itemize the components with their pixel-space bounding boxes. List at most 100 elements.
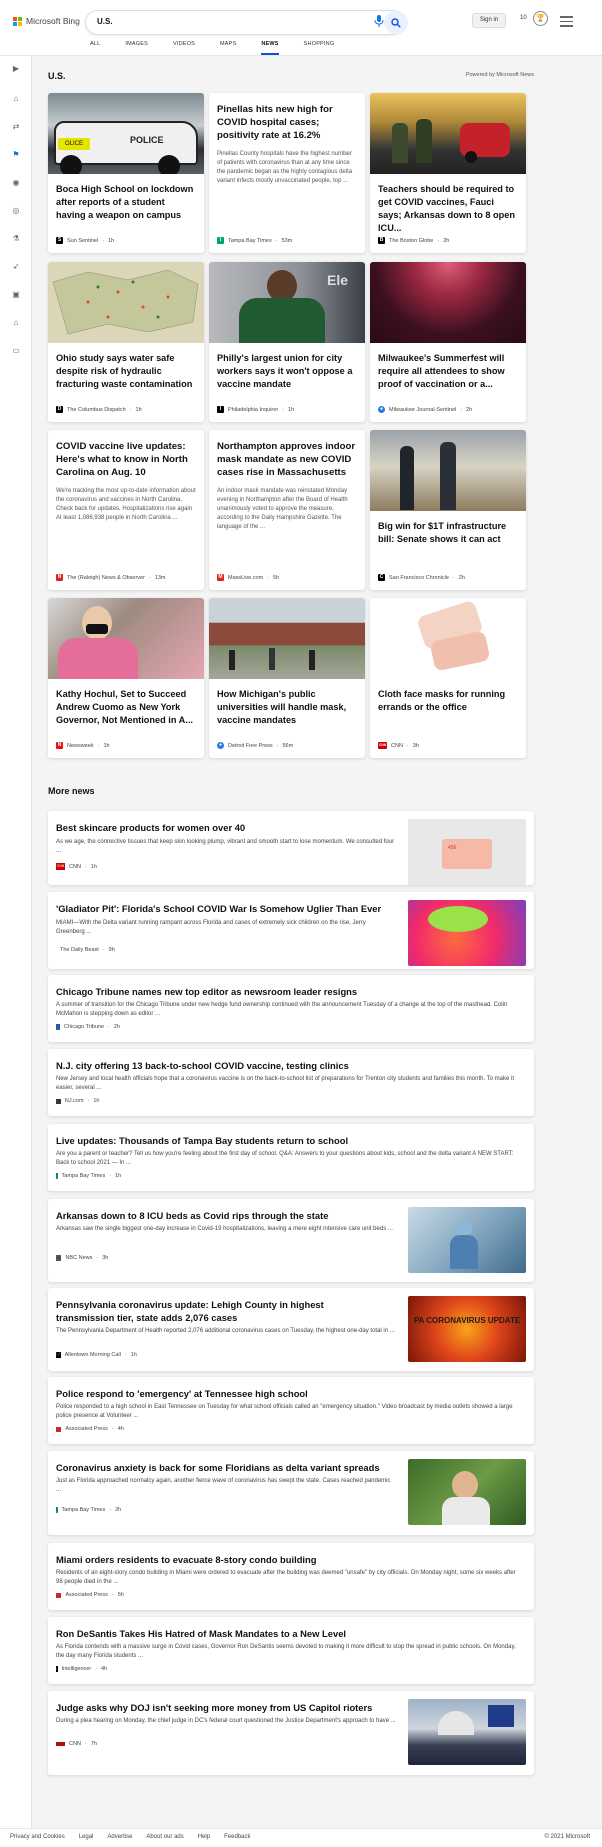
- tab-maps[interactable]: MAPS: [220, 41, 236, 55]
- card-title[interactable]: Cloth face masks for running errands or …: [370, 688, 526, 714]
- row-source[interactable]: AP Associated Press · 4h: [56, 1426, 124, 1432]
- row-title[interactable]: Arkansas down to 8 ICU beds as Covid rip…: [56, 1209, 396, 1222]
- row-source[interactable]: M Allentown Morning Call · 1h: [56, 1352, 137, 1358]
- row-source[interactable]: t Tampa Bay Times · 1h: [56, 1173, 121, 1179]
- news-card[interactable]: Cloth face masks for running errands or …: [370, 598, 526, 758]
- news-row[interactable]: Chicago Tribune names new top editor as …: [48, 975, 534, 1042]
- rocket-icon[interactable]: ➶: [10, 262, 22, 274]
- news-row[interactable]: Police respond to 'emergency' at Tenness…: [48, 1377, 534, 1444]
- card-source[interactable]: I Philadelphia Inquirer · 1h: [217, 406, 294, 413]
- row-title[interactable]: N.J. city offering 13 back-to-school COV…: [56, 1059, 522, 1072]
- row-title[interactable]: Coronavirus anxiety is back for some Flo…: [56, 1461, 396, 1474]
- hamburger-menu-icon[interactable]: [560, 16, 573, 30]
- news-row[interactable]: Pennsylvania coronavirus update: Lehigh …: [48, 1288, 534, 1371]
- card-source[interactable]: N Newsweek · 1h: [56, 742, 110, 749]
- row-source[interactable]: CNN CNN · 1h: [56, 863, 97, 870]
- card-icon[interactable]: ▭: [10, 346, 22, 358]
- news-card[interactable]: Pinellas hits new high for COVID hospita…: [209, 93, 365, 253]
- tab-all[interactable]: ALL: [90, 41, 100, 55]
- microscope-icon[interactable]: ⚗: [10, 234, 22, 246]
- card-source[interactable]: ● Detroit Free Press · 56m: [217, 742, 293, 749]
- powered-by[interactable]: Powered by Microsoft News: [466, 72, 534, 78]
- news-row[interactable]: Best skincare products for women over 40…: [48, 811, 534, 885]
- rewards-count[interactable]: 10: [520, 15, 527, 21]
- news-card[interactable]: Ohio study says water safe despite risk …: [48, 262, 204, 422]
- news-card[interactable]: COVID vaccine live updates: Here's what …: [48, 430, 204, 590]
- card-title[interactable]: Ohio study says water safe despite risk …: [48, 352, 204, 391]
- search-box[interactable]: U.S.: [86, 11, 404, 34]
- card-title[interactable]: Milwaukee's Summerfest will require all …: [370, 352, 526, 391]
- footer-link-privacy[interactable]: Privacy and Cookies: [10, 1834, 65, 1840]
- news-card[interactable]: OLICE POLICE Boca High School on lockdow…: [48, 93, 204, 253]
- footer-link-advertise[interactable]: Advertise: [107, 1834, 132, 1840]
- flag-icon[interactable]: ⚑: [10, 150, 22, 162]
- card-title[interactable]: Pinellas hits new high for COVID hospita…: [209, 103, 365, 142]
- news-card[interactable]: Ele Philly's largest union for city work…: [209, 262, 365, 422]
- card-source[interactable]: C San Francisco Chronicle · 2h: [378, 574, 465, 581]
- shuffle-icon[interactable]: ⇄: [10, 122, 22, 134]
- row-title[interactable]: 'Gladiator Pit': Florida's School COVID …: [56, 902, 396, 915]
- row-source[interactable]: NJ NJ.com · 1h: [56, 1098, 100, 1104]
- card-title[interactable]: Northampton approves indoor mask mandate…: [209, 440, 365, 479]
- card-source[interactable]: B The Boston Globe · 2h: [378, 237, 449, 244]
- location-pin-icon[interactable]: ◉: [10, 178, 22, 190]
- news-row[interactable]: Miami orders residents to evacuate 8-sto…: [48, 1543, 534, 1610]
- news-row[interactable]: 'Gladiator Pit': Florida's School COVID …: [48, 892, 534, 969]
- row-title[interactable]: Police respond to 'emergency' at Tenness…: [56, 1387, 522, 1400]
- tab-shopping[interactable]: SHOPPING: [304, 41, 335, 55]
- card-title[interactable]: Kathy Hochul, Set to Succeed Andrew Cuom…: [48, 688, 204, 727]
- news-row[interactable]: Arkansas down to 8 ICU beds as Covid rip…: [48, 1199, 534, 1282]
- row-title[interactable]: Judge asks why DOJ isn't seeking more mo…: [56, 1701, 396, 1714]
- film-icon[interactable]: ▣: [10, 290, 22, 302]
- globe-icon[interactable]: ◎: [10, 206, 22, 218]
- row-title[interactable]: Best skincare products for women over 40: [56, 821, 396, 834]
- row-title[interactable]: Chicago Tribune names new top editor as …: [56, 985, 522, 998]
- news-card[interactable]: How Michigan's public universities will …: [209, 598, 365, 758]
- card-source[interactable]: D The Columbus Dispatch · 1h: [56, 406, 142, 413]
- card-source[interactable]: t Tampa Bay Times · 53m: [217, 237, 292, 244]
- footer-link-legal[interactable]: Legal: [79, 1834, 94, 1840]
- news-card[interactable]: Milwaukee's Summerfest will require all …: [370, 262, 526, 422]
- card-title[interactable]: Philly's largest union for city workers …: [209, 352, 365, 391]
- search-button[interactable]: [384, 11, 408, 34]
- card-source[interactable]: S Sun Sentinel · 1h: [56, 237, 114, 244]
- tab-images[interactable]: IMAGES: [125, 41, 148, 55]
- row-title[interactable]: Miami orders residents to evacuate 8-sto…: [56, 1553, 522, 1566]
- news-row[interactable]: Live updates: Thousands of Tampa Bay stu…: [48, 1124, 534, 1191]
- bing-logo[interactable]: Microsoft Bing: [13, 16, 80, 26]
- sign-in-button[interactable]: Sign in: [472, 13, 506, 28]
- row-source[interactable]: C Chicago Tribune · 2h: [56, 1024, 120, 1030]
- card-title[interactable]: Big win for $1T infrastructure bill: Sen…: [370, 520, 526, 546]
- footer-link-about-ads[interactable]: About our ads: [146, 1834, 183, 1840]
- row-source[interactable]: CNN CNN · 7h: [56, 1741, 97, 1747]
- expand-arrow-icon[interactable]: ▶: [10, 64, 22, 76]
- news-row[interactable]: Ron DeSantis Takes His Hatred of Mask Ma…: [48, 1617, 534, 1684]
- card-title[interactable]: How Michigan's public universities will …: [209, 688, 365, 727]
- row-source[interactable]: The Daily Beast · 9h: [56, 947, 115, 953]
- news-row[interactable]: Coronavirus anxiety is back for some Flo…: [48, 1451, 534, 1535]
- search-input[interactable]: U.S.: [97, 17, 113, 26]
- building-icon[interactable]: ⌂: [10, 318, 22, 330]
- card-title[interactable]: COVID vaccine live updates: Here's what …: [48, 440, 204, 479]
- card-title[interactable]: Boca High School on lockdown after repor…: [48, 183, 204, 222]
- footer-link-help[interactable]: Help: [198, 1834, 210, 1840]
- row-title[interactable]: Pennsylvania coronavirus update: Lehigh …: [56, 1298, 376, 1324]
- card-source[interactable]: M MassLive.com · 5h: [217, 574, 279, 581]
- row-source[interactable]: t Tampa Bay Times · 2h: [56, 1507, 121, 1513]
- tab-news[interactable]: NEWS: [261, 41, 279, 55]
- row-source[interactable]: AP Associated Press · 5h: [56, 1592, 124, 1598]
- row-source[interactable]: ▲ NBC News · 3h: [56, 1255, 108, 1261]
- rewards-trophy-icon[interactable]: 🏆: [533, 11, 548, 26]
- news-row[interactable]: Judge asks why DOJ isn't seeking more mo…: [48, 1691, 534, 1775]
- news-card[interactable]: Big win for $1T infrastructure bill: Sen…: [370, 430, 526, 590]
- row-source[interactable]: I Intelligencer · 4h: [56, 1666, 107, 1672]
- card-source[interactable]: ● Milwaukee Journal-Sentinel · 2h: [378, 406, 472, 413]
- news-card[interactable]: Northampton approves indoor mask mandate…: [209, 430, 365, 590]
- row-title[interactable]: Live updates: Thousands of Tampa Bay stu…: [56, 1134, 522, 1147]
- row-title[interactable]: Ron DeSantis Takes His Hatred of Mask Ma…: [56, 1627, 522, 1640]
- home-icon[interactable]: ⌂: [10, 94, 22, 106]
- card-title[interactable]: Teachers should be required to get COVID…: [370, 183, 526, 235]
- card-source[interactable]: N The (Raleigh) News & Observer · 13m: [56, 574, 166, 581]
- card-source[interactable]: CNN CNN · 3h: [378, 742, 419, 749]
- news-card[interactable]: Teachers should be required to get COVID…: [370, 93, 526, 253]
